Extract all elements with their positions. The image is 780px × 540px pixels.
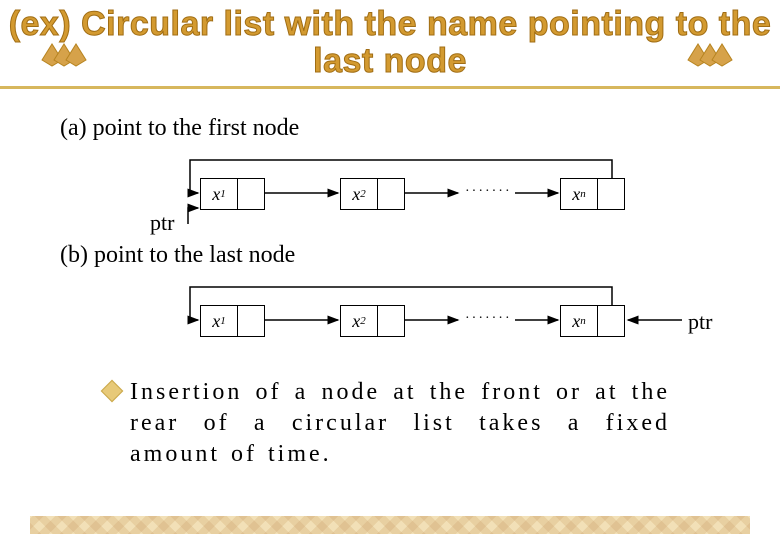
section-a-label: (a) point to the first node xyxy=(60,115,720,142)
diamond-bullet-icon xyxy=(101,380,124,403)
footer-pattern xyxy=(30,516,750,534)
diagram-a: x1 x2 xn ······· ptr xyxy=(60,148,720,238)
page-title: (ex) Circular list with the name pointin… xyxy=(0,6,780,81)
body: (a) point to the first node x1 x2 xn ···… xyxy=(0,89,780,471)
slide: (ex) Circular list with the name pointin… xyxy=(0,0,780,540)
note: Insertion of a node at the front or at t… xyxy=(130,377,670,471)
note-text: Insertion of a node at the front or at t… xyxy=(130,379,670,467)
section-b-label: (b) point to the last node xyxy=(60,242,720,269)
title-bar: (ex) Circular list with the name pointin… xyxy=(0,0,780,89)
diagram-b: x1 x2 xn ······· ptr xyxy=(60,275,720,365)
arrows-a xyxy=(60,148,720,238)
arrows-b xyxy=(60,275,720,365)
